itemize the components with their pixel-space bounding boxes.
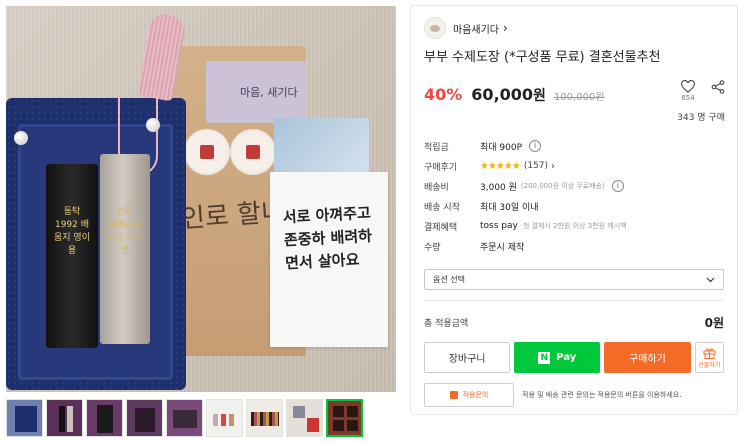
- review-value-wrap: ★★★★★ (157) ›: [480, 161, 555, 172]
- thumbnail-5[interactable]: [166, 399, 203, 437]
- qa-row: 적용문의 적용 및 배송 관련 문의는 적용문의 버튼을 이용하세요.: [424, 383, 724, 407]
- points-label: 적립금: [424, 142, 449, 153]
- inquiry-icon: [449, 391, 458, 399]
- chevron-right-icon: ›: [551, 160, 556, 172]
- flower-tag-icon: [232, 131, 274, 173]
- total-row: 총 적용금액 0원: [424, 300, 724, 332]
- thumbnail-6[interactable]: [206, 399, 243, 437]
- product-gallery: 인로 할니다 마음, 새기다 서로 아껴주고 존중하 배려하면서 살아요 동탁 …: [6, 6, 396, 437]
- add-to-cart-button[interactable]: 장바구니: [424, 342, 511, 373]
- rating-stars-icon: ★★★★★: [480, 160, 521, 172]
- ship-start-row: 배송 시작 최대 30일 이내: [424, 196, 724, 216]
- product-details: 적립금 최대 900P i 구매후기 ★★★★★ (157) › 배송비 3,0…: [424, 136, 724, 256]
- flower-tag-icon: [186, 131, 228, 173]
- quantity-row: 수량 주문시 제작: [424, 236, 724, 256]
- thumbnail-9[interactable]: [326, 399, 363, 437]
- buy-now-button[interactable]: 구매하기: [604, 342, 691, 373]
- thumbnail-7[interactable]: [246, 399, 283, 437]
- thumbnail-strip: [6, 399, 396, 437]
- review-count: (157): [523, 161, 549, 171]
- side-actions: 654: [677, 80, 725, 102]
- shipping-note: (200,000원 이상 무료배송): [520, 182, 605, 190]
- quantity-label: 수량: [424, 242, 441, 253]
- thumbnail-1[interactable]: [6, 399, 43, 437]
- inquiry-note: 적용 및 배송 관련 문의는 적용문의 버튼을 이용하세요.: [522, 391, 682, 399]
- npay-logo-icon: N: [538, 351, 551, 364]
- ship-start-label: 배송 시작: [424, 202, 460, 213]
- price-unit: 원: [533, 88, 546, 104]
- shipping-value-wrap: 3,000 원 (200,000원 이상 무료배송) i: [480, 180, 624, 193]
- review-row[interactable]: 구매후기 ★★★★★ (157) ›: [424, 156, 724, 176]
- silver-envelope: [274, 118, 369, 178]
- total-price: 0원: [704, 315, 724, 330]
- shipping-row: 배송비 3,000 원 (200,000원 이상 무료배송) i: [424, 176, 724, 196]
- gift-label: 선물하기: [698, 361, 721, 369]
- product-inquiry-button[interactable]: 적용문의: [424, 383, 514, 407]
- points-value: 최대 900P: [480, 142, 523, 153]
- payment-row: 결제혜택 toss pay 첫 결제시 2만원 이상 3천원 캐시백: [424, 216, 724, 236]
- stamp-engraving-a: 동탁 1992 배움지 영이용: [54, 207, 90, 256]
- inquiry-label: 적용문의: [462, 391, 489, 399]
- info-circle-icon[interactable]: i: [611, 180, 624, 192]
- payment-label: 결제혜택: [424, 222, 458, 233]
- chevron-down-icon: [706, 277, 715, 282]
- option-select[interactable]: 옵션 선택: [424, 269, 724, 290]
- points-value-wrap: 최대 900P i: [480, 140, 542, 153]
- thumbnail-3[interactable]: [86, 399, 123, 437]
- product-title: 부부 수제도장 (*구성품 무료) 결혼선물추천: [424, 50, 661, 65]
- stamp-engraving-b: 선희 1992 누러진 스러운: [107, 207, 143, 256]
- total-label: 총 적용금액: [424, 318, 469, 329]
- ship-start-value: 최대 30일 이내: [480, 202, 539, 213]
- thumbnail-4[interactable]: [126, 399, 163, 437]
- review-label: 구매후기: [424, 162, 458, 173]
- discount-rate: 40%: [424, 85, 463, 104]
- payment-note: 첫 결제시 2만원 이상 3천원 캐시백: [522, 222, 627, 230]
- seller-logo: [424, 17, 446, 39]
- wishlist-button[interactable]: 654: [677, 80, 699, 102]
- wishlist-count: 654: [681, 94, 695, 102]
- gift-button[interactable]: 선물하기: [694, 342, 724, 373]
- shipping-value: 3,000 원: [480, 182, 517, 193]
- pearl-bead: [14, 131, 28, 145]
- brand-card-text: 마음, 새기다: [240, 86, 298, 99]
- pearl-bead: [146, 118, 160, 132]
- product-info-panel: 마음새기다 › 부부 수제도장 (*구성품 무료) 결혼선물추천 40% 60,…: [410, 5, 738, 415]
- quantity-value: 주문시 제작: [480, 242, 525, 253]
- option-placeholder: 옵션 선택: [433, 275, 465, 284]
- toss-pay-label: toss pay: [480, 221, 518, 231]
- original-price: 100,000원: [553, 92, 605, 103]
- sale-price: 60,000: [471, 85, 534, 104]
- purchase-buttons: 장바구니 N Pay 구매하기 선물하기: [424, 342, 724, 373]
- seller-link[interactable]: 마음새기다 ›: [424, 7, 724, 49]
- shipping-label: 배송비: [424, 182, 449, 193]
- info-circle-icon[interactable]: i: [529, 140, 542, 152]
- heart-icon: [681, 80, 695, 93]
- gift-icon: [703, 347, 716, 359]
- chevron-right-icon: ›: [503, 21, 508, 35]
- thumbnail-2[interactable]: [46, 399, 83, 437]
- payment-value-wrap: toss pay 첫 결제시 2만원 이상 3천원 캐시백: [480, 221, 627, 231]
- purchase-count: 343 명 구매: [677, 113, 725, 123]
- seller-name: 마음새기다: [453, 24, 499, 36]
- share-icon[interactable]: [711, 80, 725, 94]
- npay-button[interactable]: N Pay: [514, 342, 601, 373]
- main-product-photo[interactable]: 인로 할니다 마음, 새기다 서로 아껴주고 존중하 배려하면서 살아요 동탁 …: [6, 6, 396, 392]
- points-row: 적립금 최대 900P i: [424, 136, 724, 156]
- calligraphy-text: 서로 아껴주고 존중하 배려하면서 살아요: [282, 203, 373, 273]
- npay-label: Pay: [556, 352, 577, 363]
- thumbnail-8[interactable]: [286, 399, 323, 437]
